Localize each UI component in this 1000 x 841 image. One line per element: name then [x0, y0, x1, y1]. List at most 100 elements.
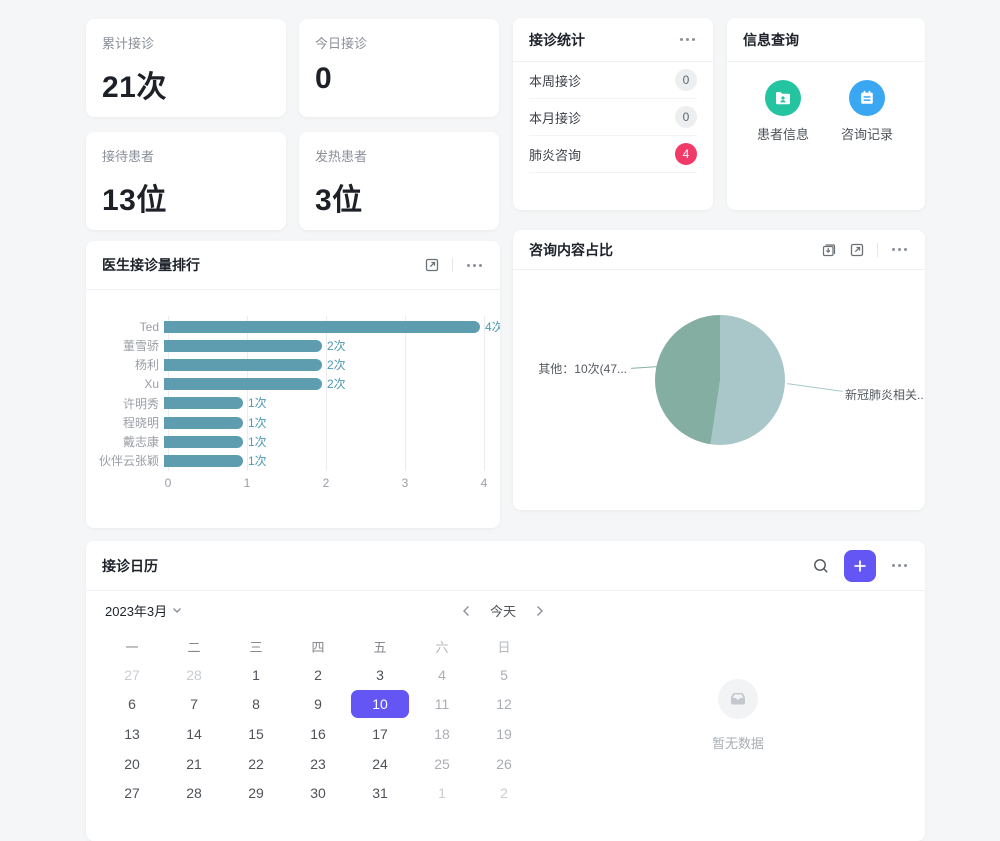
weekday-label: 三	[225, 637, 287, 655]
month-label: 2023年3月	[105, 601, 167, 620]
calendar-day[interactable]: 24	[349, 749, 411, 779]
calendar-day[interactable]: 28	[163, 778, 225, 808]
calendar-day[interactable]: 2	[473, 778, 535, 808]
stat-card-total-visits: 累计接诊 21次	[86, 19, 286, 117]
calendar-day[interactable]: 8	[225, 690, 287, 720]
bar-track: 2次	[164, 378, 500, 390]
calendar-day[interactable]: 20	[101, 749, 163, 779]
expand-icon[interactable]	[424, 257, 440, 273]
more-menu-icon[interactable]	[890, 560, 909, 571]
x-tick-label: 1	[237, 476, 257, 490]
more-menu-icon[interactable]	[678, 34, 697, 45]
calendar-day[interactable]: 13	[101, 719, 163, 749]
consult-content-pie-card: 咨询内容占比 其他：10次(47... 新冠肺炎相关..	[513, 230, 925, 510]
pie-chart: 其他：10次(47... 新冠肺炎相关...	[513, 270, 925, 505]
card-header: 接诊日历	[86, 541, 925, 591]
calendar-day[interactable]: 30	[287, 778, 349, 808]
calendar-day[interactable]: 27	[101, 778, 163, 808]
more-menu-icon[interactable]	[465, 260, 484, 271]
calendar-day[interactable]: 18	[411, 719, 473, 749]
shortcut-patient-info[interactable]: 患者信息	[747, 80, 819, 143]
bar-track: 2次	[164, 340, 500, 352]
calendar-day[interactable]: 22	[225, 749, 287, 779]
calendar-day[interactable]: 26	[473, 749, 535, 779]
shortcut-label: 咨询记录	[831, 124, 903, 143]
calendar-day[interactable]: 29	[225, 778, 287, 808]
next-month-icon[interactable]	[536, 605, 544, 617]
calendar-day[interactable]: 7	[163, 690, 225, 720]
expand-icon[interactable]	[849, 242, 865, 258]
bar-category-label: 杨利	[86, 356, 164, 373]
stat-value: 13位	[102, 175, 270, 219]
weekday-label: 五	[349, 637, 411, 655]
more-menu-icon[interactable]	[890, 244, 909, 255]
bar-track: 2次	[164, 359, 500, 371]
today-button[interactable]: 今天	[490, 601, 516, 620]
calendar-day[interactable]: 4	[411, 660, 473, 690]
calendar-day[interactable]: 25	[411, 749, 473, 779]
month-picker[interactable]: 2023年3月	[105, 601, 182, 620]
bar-row: Xu2次	[86, 375, 500, 394]
calendar-day[interactable]: 6	[101, 690, 163, 720]
prev-month-icon[interactable]	[462, 605, 470, 617]
stat-value: 21次	[102, 62, 270, 106]
bar-value-label: 1次	[248, 436, 267, 448]
search-icon[interactable]	[812, 557, 830, 575]
calendar-day[interactable]: 3	[349, 660, 411, 690]
visit-stats-panel: 接诊统计 本周接诊 0 本月接诊 0 肺炎咨询 4	[513, 18, 713, 210]
bar[interactable]	[164, 378, 322, 390]
bar[interactable]	[164, 397, 243, 409]
calendar-day[interactable]: 5	[473, 660, 535, 690]
calendar-day[interactable]: 14	[163, 719, 225, 749]
calendar-day[interactable]: 27	[101, 660, 163, 690]
bar-x-axis: 01234	[86, 476, 500, 490]
bar-value-label: 1次	[248, 455, 267, 467]
bar-value-label: 4次	[485, 321, 500, 333]
download-image-icon[interactable]	[821, 242, 837, 258]
calendar-day[interactable]: 9	[287, 690, 349, 720]
bar-track: 1次	[164, 436, 500, 448]
x-tick-label: 4	[474, 476, 494, 490]
stats-row-pneumonia[interactable]: 肺炎咨询 4	[529, 136, 697, 173]
bar[interactable]	[164, 455, 243, 467]
calendar-weekdays: 一二三四五六日	[101, 637, 535, 655]
add-event-button[interactable]	[844, 550, 876, 582]
calendar-day[interactable]: 23	[287, 749, 349, 779]
weekday-label: 二	[163, 637, 225, 655]
calendar-day[interactable]: 19	[473, 719, 535, 749]
bar-track: 1次	[164, 417, 500, 429]
stats-row-month[interactable]: 本月接诊 0	[529, 99, 697, 136]
calendar-day[interactable]: 1	[411, 778, 473, 808]
stats-row-week[interactable]: 本周接诊 0	[529, 62, 697, 99]
calendar-day[interactable]: 1	[225, 660, 287, 690]
bar[interactable]	[164, 340, 322, 352]
calendar-day[interactable]: 12	[473, 690, 535, 720]
stat-label: 今日接诊	[315, 33, 483, 52]
weekday-label: 一	[101, 637, 163, 655]
panel-header: 信息查询	[727, 18, 925, 62]
pie[interactable]	[655, 315, 785, 445]
calendar-day[interactable]: 31	[349, 778, 411, 808]
count-badge: 0	[675, 106, 697, 128]
bar[interactable]	[164, 436, 243, 448]
card-title: 接诊日历	[102, 556, 158, 576]
bar-value-label: 2次	[327, 378, 346, 390]
bar-category-label: 伙伴云张颖	[86, 452, 164, 469]
shortcut-consult-records[interactable]: 咨询记录	[831, 80, 903, 143]
bar[interactable]	[164, 417, 243, 429]
calendar-day[interactable]: 10	[349, 690, 411, 720]
stat-card-fever-patients: 发热患者 3位	[299, 132, 499, 230]
bar[interactable]	[164, 321, 480, 333]
calendar-day[interactable]: 15	[225, 719, 287, 749]
bar[interactable]	[164, 359, 322, 371]
calendar-day[interactable]: 17	[349, 719, 411, 749]
pie-label-covid: 新冠肺炎相关...	[845, 386, 923, 403]
calendar-day[interactable]: 2	[287, 660, 349, 690]
calendar-day[interactable]: 11	[411, 690, 473, 720]
consult-record-icon	[849, 80, 885, 116]
count-badge: 0	[675, 69, 697, 91]
calendar-day[interactable]: 28	[163, 660, 225, 690]
calendar-day[interactable]: 21	[163, 749, 225, 779]
calendar-day[interactable]: 16	[287, 719, 349, 749]
stat-value: 0	[315, 62, 483, 96]
